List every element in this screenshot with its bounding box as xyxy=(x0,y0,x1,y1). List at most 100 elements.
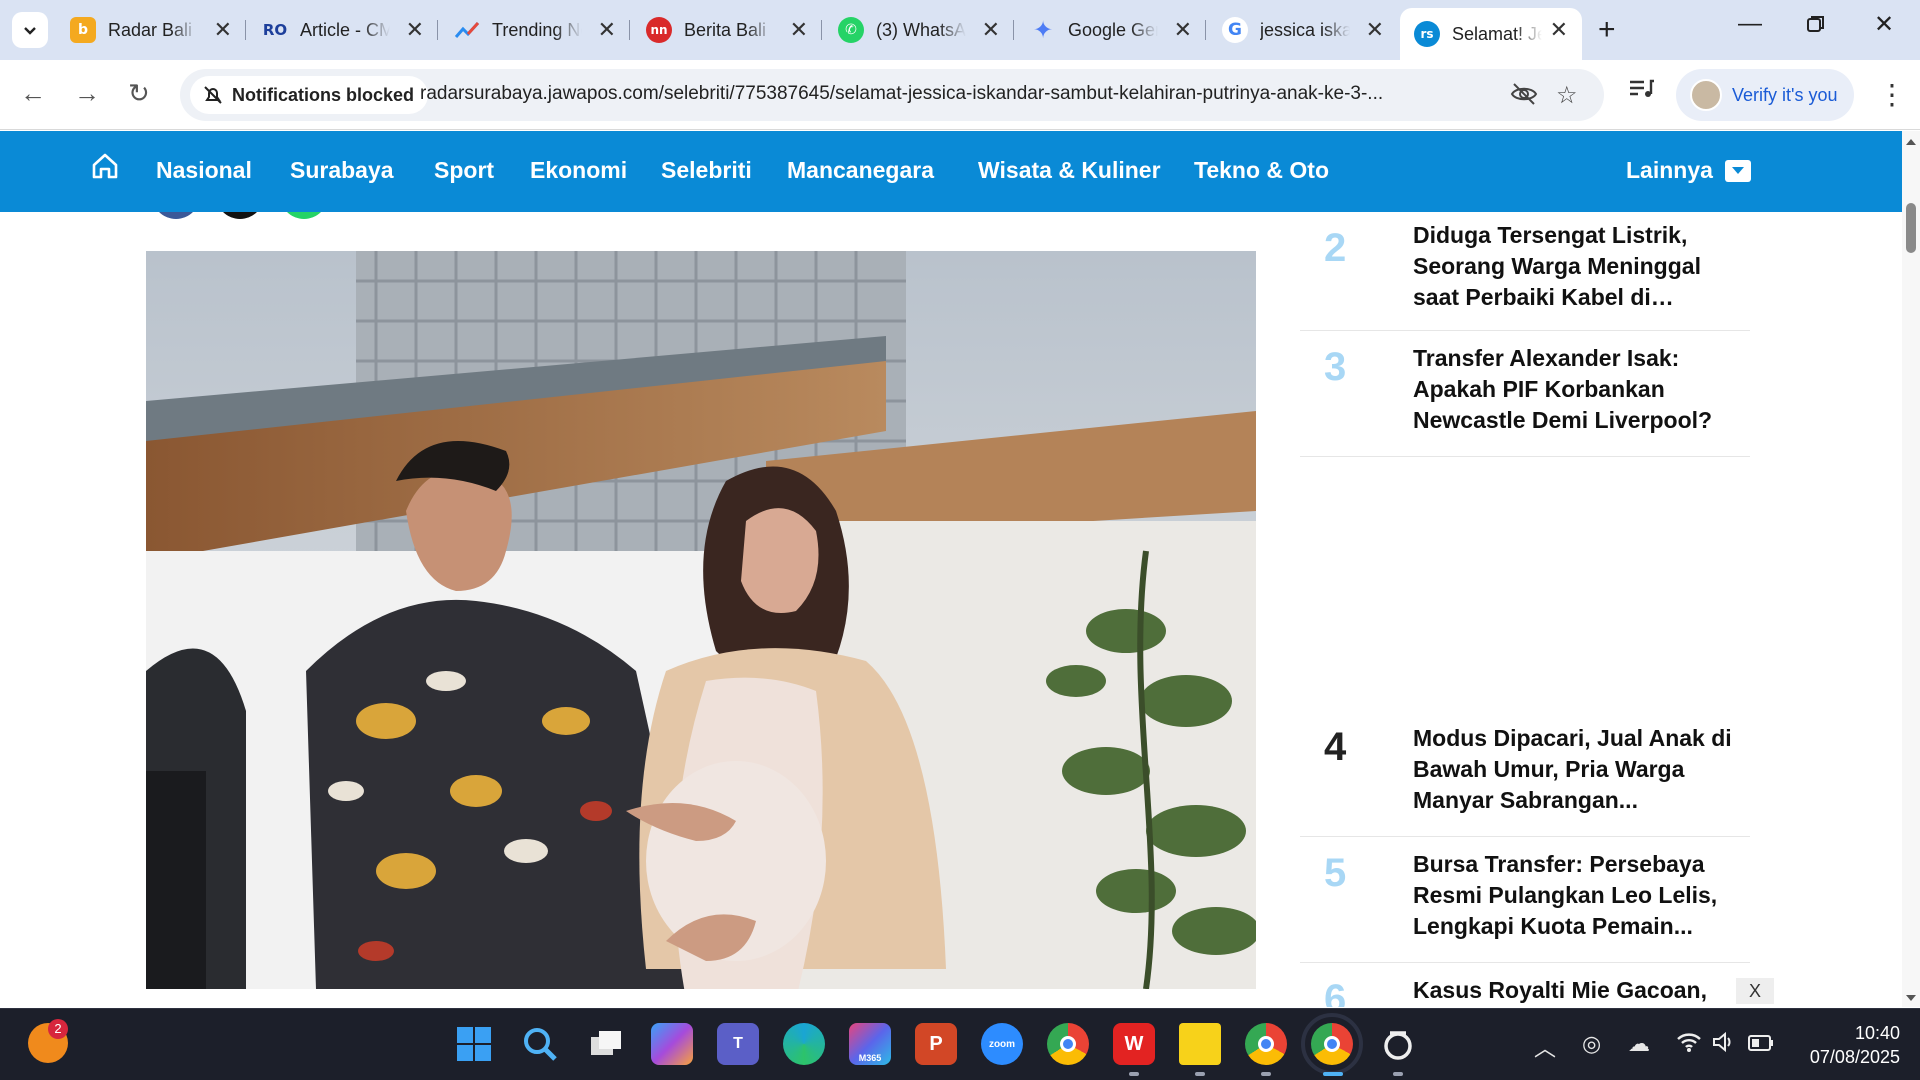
google-g-icon: G xyxy=(1222,17,1248,43)
tab-article-cms[interactable]: RO Article - CMS ✕ xyxy=(248,8,438,52)
reload-icon[interactable]: ↻ xyxy=(128,78,150,108)
trending-title[interactable]: Bursa Transfer: Persebaya Resmi Pulangka… xyxy=(1413,849,1733,942)
cms-favicon-icon: RO xyxy=(262,17,288,43)
close-tab-icon[interactable]: ✕ xyxy=(982,19,1000,41)
nav-mancanegara[interactable]: Mancanegara xyxy=(787,157,934,184)
close-ad-button[interactable]: X xyxy=(1736,978,1774,1004)
edge-browser-icon[interactable] xyxy=(783,1023,825,1065)
trending-title[interactable]: Modus Dipacari, Jual Anak di Bawah Umur,… xyxy=(1413,723,1733,816)
page-scrollbar[interactable] xyxy=(1902,131,1920,1007)
running-indicator xyxy=(1129,1072,1139,1076)
system-clock[interactable]: 10:40 07/08/2025 xyxy=(1796,1021,1900,1069)
windows-start-icon[interactable] xyxy=(453,1023,495,1065)
tab-title: Trending Now xyxy=(492,19,582,40)
url-text[interactable]: radarsurabaya.jawapos.com/selebriti/7753… xyxy=(420,83,1480,105)
close-tab-icon[interactable]: ✕ xyxy=(406,19,424,41)
trending-item[interactable]: 3 Transfer Alexander Isak: Apakah PIF Ko… xyxy=(1300,331,1750,457)
tab-trending[interactable]: Trending Now ✕ xyxy=(440,8,630,52)
scroll-up-icon[interactable] xyxy=(1902,135,1920,149)
tab-title: Google Gemini xyxy=(1068,19,1158,40)
m365-icon[interactable]: M365 xyxy=(849,1023,891,1065)
close-tab-icon[interactable]: ✕ xyxy=(214,19,232,41)
onedrive-cloud-icon[interactable]: ☁ xyxy=(1628,1031,1650,1057)
close-tab-icon[interactable]: ✕ xyxy=(790,19,808,41)
tab-google-search[interactable]: G jessica iskandar ✕ xyxy=(1208,8,1398,52)
running-indicator xyxy=(1393,1072,1403,1076)
nav-surabaya[interactable]: Surabaya xyxy=(290,157,394,184)
notif-chip-label: Notifications blocked xyxy=(232,84,415,105)
radar-surabaya-favicon-icon: rs xyxy=(1414,21,1440,47)
bookmark-star-icon[interactable]: ☆ xyxy=(1556,81,1578,110)
address-bar[interactable]: Notifications blocked radarsurabaya.jawa… xyxy=(180,69,1604,121)
circle-app-icon[interactable] xyxy=(1377,1023,1419,1065)
chevron-down-icon xyxy=(24,27,36,35)
notification-badge: 2 xyxy=(48,1019,68,1039)
chrome-active-icon[interactable] xyxy=(1301,1013,1363,1075)
chrome-icon[interactable] xyxy=(1047,1023,1089,1065)
tab-berita-bali[interactable]: nn Berita Bali ✕ xyxy=(632,8,822,52)
trending-title[interactable]: Kasus Royalti Mie Gacoan, xyxy=(1413,975,1733,1006)
new-tab-button[interactable]: + xyxy=(1598,12,1616,48)
minimize-icon[interactable]: — xyxy=(1738,10,1762,38)
nav-selebriti[interactable]: Selebriti xyxy=(661,157,752,184)
zoom-icon[interactable]: zoom xyxy=(981,1023,1023,1065)
scrollbar-thumb[interactable] xyxy=(1906,203,1916,253)
notifications-blocked-chip[interactable]: Notifications blocked xyxy=(190,76,429,114)
powerpoint-icon[interactable]: P xyxy=(915,1023,957,1065)
wifi-icon[interactable] xyxy=(1676,1031,1702,1059)
tray-app-icon[interactable]: ◎ xyxy=(1582,1031,1601,1057)
tab-title: Berita Bali xyxy=(684,19,767,40)
copilot-icon[interactable] xyxy=(651,1023,693,1065)
tab-gemini[interactable]: ✦ Google Gemini ✕ xyxy=(1016,8,1206,52)
browser-toolbar: ← → ↻ Notifications blocked radarsurabay… xyxy=(0,60,1920,130)
trending-item[interactable]: 2 Diduga Tersengat Listrik, Seorang Warg… xyxy=(1300,131,1750,331)
close-tab-icon[interactable]: ✕ xyxy=(1366,19,1384,41)
forward-arrow-icon[interactable]: → xyxy=(74,78,100,108)
tab-search-button[interactable] xyxy=(12,12,48,48)
trending-title[interactable]: Diduga Tersengat Listrik, Seorang Warga … xyxy=(1413,220,1733,313)
running-indicator xyxy=(1261,1072,1271,1076)
berita-bali-favicon-icon: nn xyxy=(646,17,672,43)
trending-item[interactable]: 4 Modus Dipacari, Jual Anak di Bawah Umu… xyxy=(1300,711,1750,837)
bell-off-icon xyxy=(204,86,222,104)
search-icon[interactable] xyxy=(519,1023,561,1065)
whatsapp-icon: ✆ xyxy=(838,17,864,43)
home-icon[interactable] xyxy=(90,151,120,181)
chevron-up-icon[interactable]: ︿ xyxy=(1534,1031,1556,1063)
wps-office-icon[interactable]: W xyxy=(1113,1023,1155,1065)
battery-icon[interactable] xyxy=(1748,1031,1774,1057)
task-view-icon[interactable] xyxy=(585,1023,627,1065)
trending-rank: 6 xyxy=(1324,977,1347,1007)
nav-wisata-kuliner[interactable]: Wisata & Kuliner xyxy=(978,157,1161,184)
nav-nasional[interactable]: Nasional xyxy=(156,157,252,184)
sticky-notes-icon[interactable] xyxy=(1179,1023,1221,1065)
avatar xyxy=(1690,79,1722,111)
trending-rank: 3 xyxy=(1324,345,1347,389)
close-window-icon[interactable]: ✕ xyxy=(1874,10,1894,39)
close-tab-icon[interactable]: ✕ xyxy=(598,19,616,41)
verify-profile-button[interactable]: Verify it's you xyxy=(1676,69,1854,121)
trending-item[interactable]: 6 Kasus Royalti Mie Gacoan, xyxy=(1300,963,1750,1007)
eye-off-icon[interactable] xyxy=(1510,81,1538,114)
clock-time: 10:40 xyxy=(1854,1023,1900,1043)
trending-rank: 4 xyxy=(1324,725,1347,769)
scroll-down-icon[interactable] xyxy=(1902,991,1920,1005)
nav-sport[interactable]: Sport xyxy=(434,157,494,184)
trending-rank: 2 xyxy=(1324,226,1347,270)
nav-ekonomi[interactable]: Ekonomi xyxy=(530,157,627,184)
tab-selamat-active[interactable]: rs Selamat! Jessica ✕ xyxy=(1400,8,1582,60)
restore-icon[interactable] xyxy=(1806,10,1826,41)
teams-icon[interactable]: T xyxy=(717,1023,759,1065)
kebab-menu-icon[interactable]: ⋮ xyxy=(1878,78,1906,111)
trending-title[interactable]: Transfer Alexander Isak: Apakah PIF Korb… xyxy=(1413,343,1733,436)
trending-item[interactable]: 5 Bursa Transfer: Persebaya Resmi Pulang… xyxy=(1300,837,1750,963)
back-arrow-icon[interactable]: ← xyxy=(20,78,46,108)
volume-icon[interactable] xyxy=(1712,1031,1736,1059)
close-tab-icon[interactable]: ✕ xyxy=(1174,19,1192,41)
tab-whatsapp[interactable]: ✆ (3) WhatsApp ✕ xyxy=(824,8,1014,52)
tab-radar-bali[interactable]: b Radar Bali ✕ xyxy=(56,8,246,52)
chrome-profile-icon[interactable] xyxy=(1245,1023,1287,1065)
close-tab-icon[interactable]: ✕ xyxy=(1550,19,1568,41)
active-indicator xyxy=(1323,1072,1343,1076)
media-control-icon[interactable] xyxy=(1628,78,1654,107)
